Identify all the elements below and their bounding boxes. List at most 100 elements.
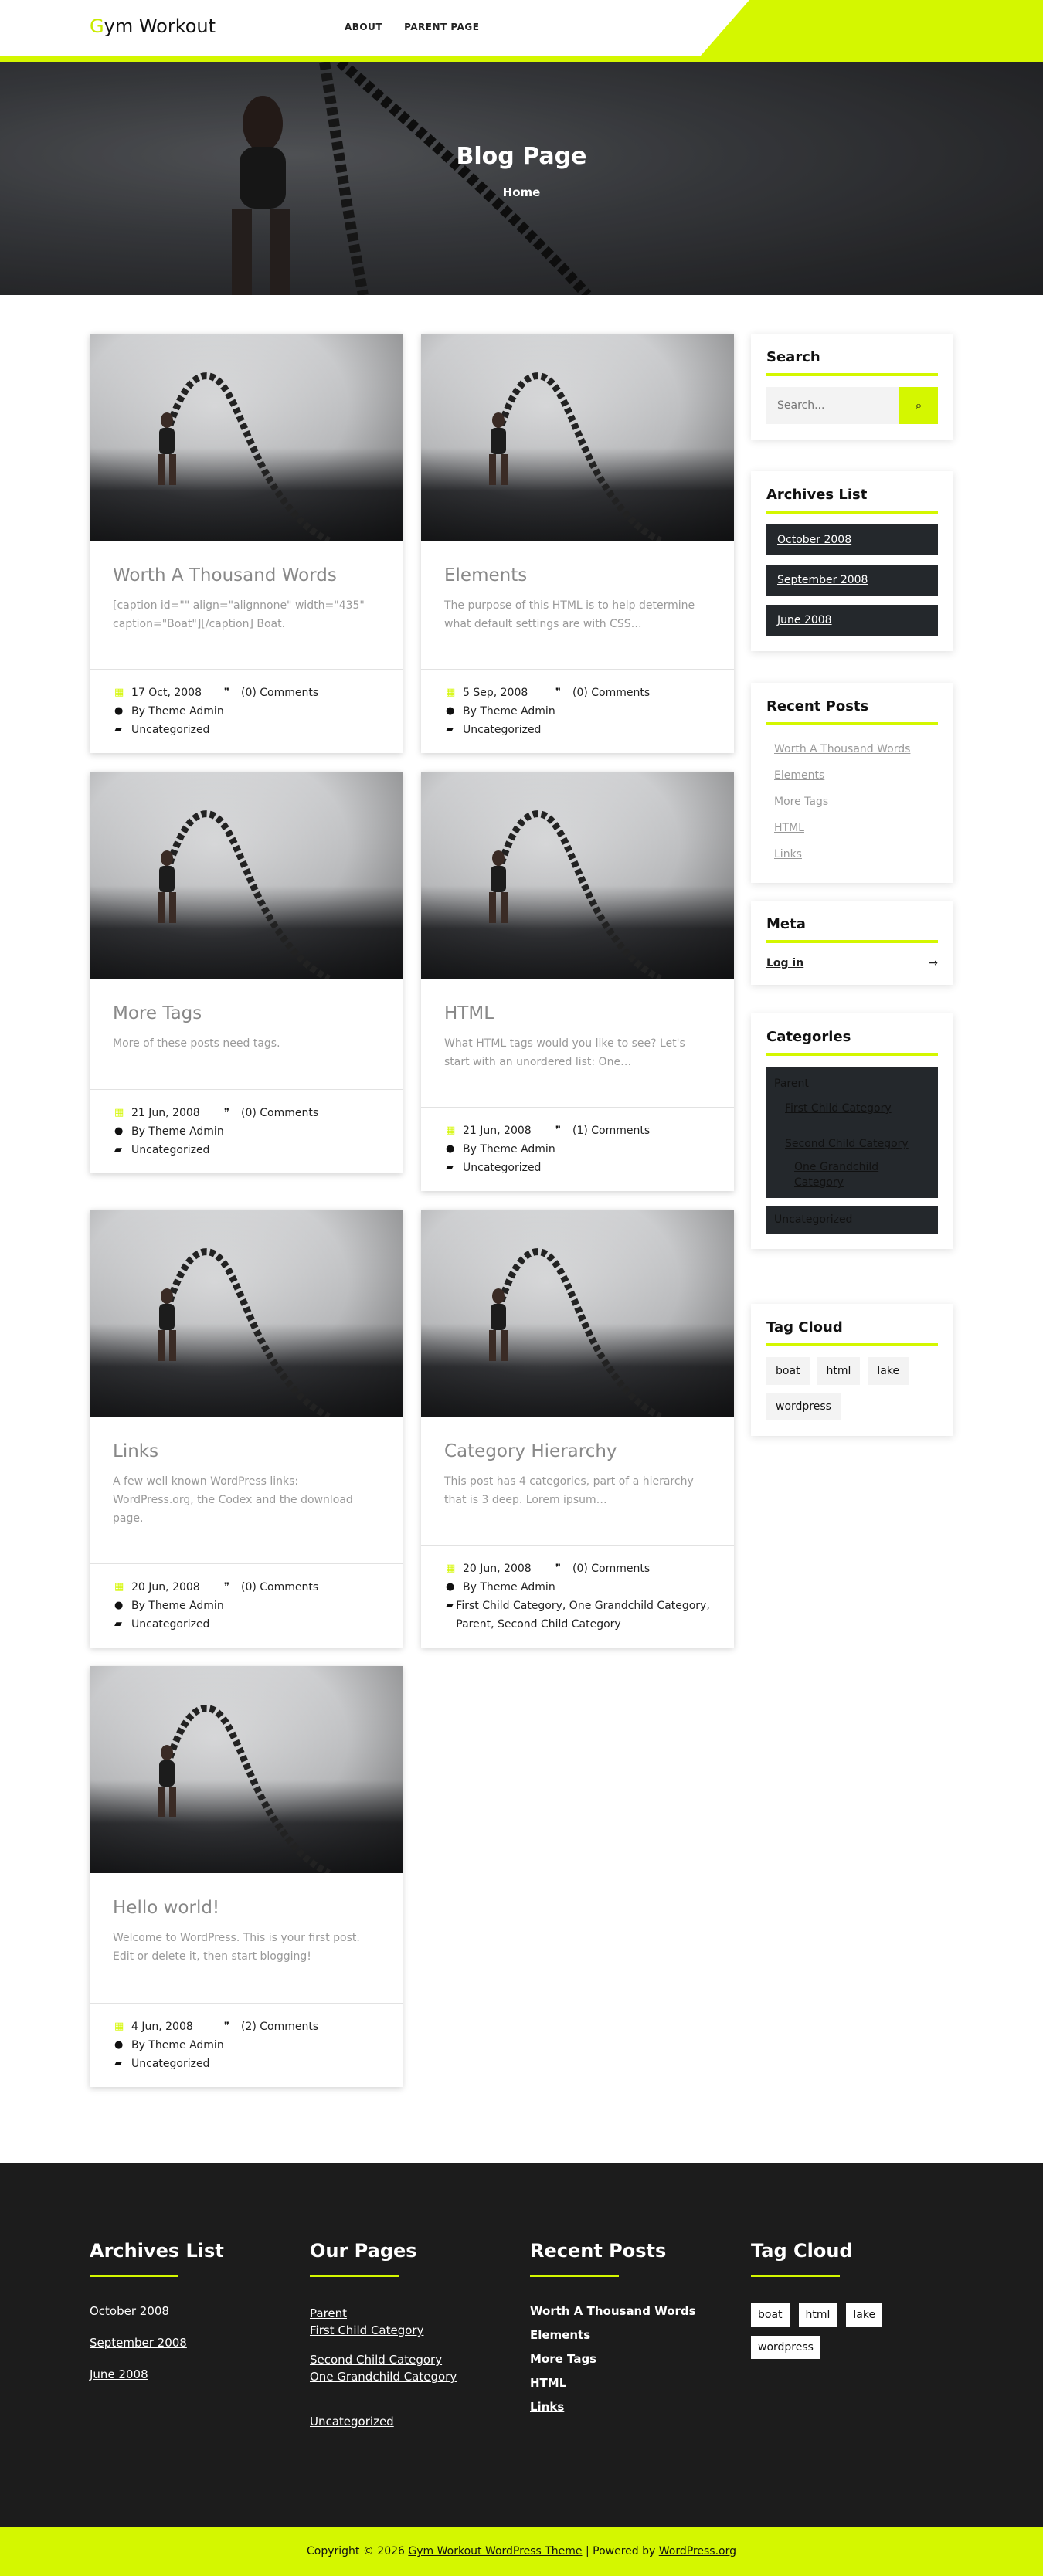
archive-link[interactable]: September 2008 bbox=[766, 565, 938, 596]
folder-icon: ▰ bbox=[114, 1144, 122, 1156]
user-icon: ● bbox=[446, 1581, 455, 1593]
recent-post-link[interactable]: More Tags bbox=[766, 789, 938, 815]
post-date: 17 Oct, 2008 bbox=[131, 687, 202, 699]
footer-tag-link[interactable]: boat bbox=[751, 2303, 790, 2327]
category-second-child[interactable]: Second Child Category bbox=[774, 1136, 930, 1152]
post-comments[interactable]: (2) Comments bbox=[241, 2018, 318, 2036]
category-uncategorized[interactable]: Uncategorized bbox=[774, 1213, 852, 1226]
footer-tag-link[interactable]: wordpress bbox=[751, 2336, 820, 2359]
copyright-text: Copyright © 2026 bbox=[307, 2545, 405, 2557]
post-title[interactable]: Hello world! bbox=[113, 1898, 379, 1918]
post-thumbnail[interactable] bbox=[90, 772, 403, 979]
recent-post-link[interactable]: HTML bbox=[766, 815, 938, 841]
footer-post-link[interactable]: Elements bbox=[530, 2327, 731, 2343]
post-categories[interactable]: First Child Category, One Grandchild Cat… bbox=[456, 1597, 711, 1634]
footer-recent-posts: Recent Posts Worth A Thousand Words Elem… bbox=[530, 2240, 731, 2423]
category-first-child[interactable]: First Child Category bbox=[774, 1101, 930, 1116]
folder-icon: ▰ bbox=[114, 2058, 122, 2069]
post-categories[interactable]: Uncategorized bbox=[131, 2055, 209, 2073]
archive-link[interactable]: October 2008 bbox=[766, 524, 938, 555]
powered-text: | Powered by bbox=[585, 2545, 656, 2557]
post-meta: ▦ 4 Jun, 2008 ❞ (2) Comments ● By Theme Admi… bbox=[90, 2003, 403, 2087]
post-title[interactable]: Elements bbox=[444, 565, 711, 585]
post-comments[interactable]: (0) Comments bbox=[572, 684, 650, 702]
post-categories[interactable]: Uncategorized bbox=[131, 721, 209, 739]
widget-title: Recent Posts bbox=[766, 698, 938, 725]
post-date: 20 Jun, 2008 bbox=[131, 1581, 200, 1593]
search-button[interactable]: ⌕ bbox=[899, 387, 938, 424]
tag-link[interactable]: wordpress bbox=[766, 1393, 841, 1420]
footer-tag-link[interactable]: html bbox=[798, 2303, 837, 2327]
post-title[interactable]: HTML bbox=[444, 1003, 711, 1023]
calendar-icon: ▦ bbox=[446, 1125, 456, 1136]
post-comments[interactable]: (0) Comments bbox=[572, 1560, 650, 1578]
footer-archive-link[interactable]: October 2008 bbox=[90, 2303, 290, 2319]
tag-link[interactable]: lake bbox=[868, 1357, 909, 1385]
category-grandchild[interactable]: One Grandchild Category bbox=[774, 1159, 930, 1190]
footer-post-link[interactable]: Worth A Thousand Words bbox=[530, 2303, 731, 2319]
widget-title: Archives List bbox=[766, 487, 938, 514]
post-card: More Tags More of these posts need tags.… bbox=[90, 772, 403, 1173]
post-comments[interactable]: (0) Comments bbox=[241, 1104, 318, 1122]
calendar-icon: ▦ bbox=[446, 687, 456, 698]
search-icon: ⌕ bbox=[915, 398, 922, 412]
footer-page-link[interactable]: Uncategorized bbox=[310, 2413, 511, 2430]
post-date: 4 Jun, 2008 bbox=[131, 2021, 193, 2033]
post-excerpt: More of these posts need tags. bbox=[113, 1037, 280, 1050]
post-categories[interactable]: Uncategorized bbox=[463, 1159, 541, 1177]
post-categories[interactable]: Uncategorized bbox=[463, 721, 541, 739]
footer-archive-link[interactable]: June 2008 bbox=[90, 2367, 290, 2382]
post-thumbnail[interactable] bbox=[90, 1210, 403, 1417]
post-excerpt: What HTML tags would you like to see? Le… bbox=[444, 1037, 685, 1068]
post-comments[interactable]: (0) Comments bbox=[241, 684, 318, 702]
tag-link[interactable]: boat bbox=[766, 1357, 810, 1385]
calendar-icon: ▦ bbox=[114, 687, 124, 698]
footer-post-link[interactable]: More Tags bbox=[530, 2351, 731, 2367]
post-comments[interactable]: (0) Comments bbox=[241, 1578, 318, 1597]
site-logo[interactable]: Gym Workout bbox=[90, 15, 216, 37]
post-excerpt: A few well known WordPress links: WordPr… bbox=[113, 1475, 353, 1525]
post-title[interactable]: Category Hierarchy bbox=[444, 1441, 711, 1461]
post-title[interactable]: More Tags bbox=[113, 1003, 379, 1023]
login-link[interactable]: Log in bbox=[766, 957, 803, 969]
category-parent[interactable]: Parent bbox=[774, 1076, 930, 1091]
theme-link[interactable]: Gym Workout WordPress Theme bbox=[408, 2545, 582, 2557]
nav-parent-page[interactable]: PARENT PAGE bbox=[404, 22, 479, 32]
categories-widget: Categories Parent First Child Category S… bbox=[751, 1013, 953, 1249]
footer-tag-link[interactable]: lake bbox=[846, 2303, 883, 2327]
post-card: Category Hierarchy This post has 4 categ… bbox=[421, 1210, 734, 1648]
post-title[interactable]: Worth A Thousand Words bbox=[113, 565, 379, 585]
widget-title: Categories bbox=[766, 1029, 938, 1056]
meta-widget: Meta Log in → bbox=[751, 901, 953, 985]
post-thumbnail[interactable] bbox=[421, 772, 734, 979]
footer-post-link[interactable]: HTML bbox=[530, 2375, 731, 2391]
recent-post-link[interactable]: Elements bbox=[766, 762, 938, 789]
footer-page-link[interactable]: One Grandchild Category bbox=[310, 2368, 511, 2385]
footer-page-link[interactable]: Second Child Category bbox=[310, 2351, 511, 2368]
footer-page-link[interactable]: Parent bbox=[310, 2305, 511, 2322]
folder-icon: ▰ bbox=[446, 1162, 454, 1173]
breadcrumb-home[interactable]: Home bbox=[0, 185, 1043, 199]
nav-about[interactable]: ABOUT bbox=[345, 22, 382, 32]
post-thumbnail[interactable] bbox=[421, 334, 734, 541]
archive-link[interactable]: June 2008 bbox=[766, 605, 938, 636]
post-categories[interactable]: Uncategorized bbox=[131, 1141, 209, 1159]
post-title[interactable]: Links bbox=[113, 1441, 379, 1461]
post-thumbnail[interactable] bbox=[90, 334, 403, 541]
search-input[interactable] bbox=[766, 387, 899, 424]
footer-post-link[interactable]: Links bbox=[530, 2399, 731, 2415]
post-comments[interactable]: (1) Comments bbox=[572, 1122, 650, 1140]
recent-post-link[interactable]: Links bbox=[766, 841, 938, 867]
wordpress-link[interactable]: WordPress.org bbox=[659, 2545, 736, 2557]
footer-page-link[interactable]: First Child Category bbox=[310, 2322, 511, 2339]
post-categories[interactable]: Uncategorized bbox=[131, 1615, 209, 1634]
post-thumbnail[interactable] bbox=[90, 1666, 403, 1873]
user-icon: ● bbox=[114, 705, 124, 717]
widget-title: Tag Cloud bbox=[766, 1319, 938, 1346]
footer-archive-link[interactable]: September 2008 bbox=[90, 2335, 290, 2350]
folder-icon: ▰ bbox=[446, 1600, 454, 1611]
recent-post-link[interactable]: Worth A Thousand Words bbox=[766, 736, 938, 762]
comments-icon: ❞ bbox=[224, 2021, 229, 2032]
tag-link[interactable]: html bbox=[817, 1357, 861, 1385]
post-thumbnail[interactable] bbox=[421, 1210, 734, 1417]
